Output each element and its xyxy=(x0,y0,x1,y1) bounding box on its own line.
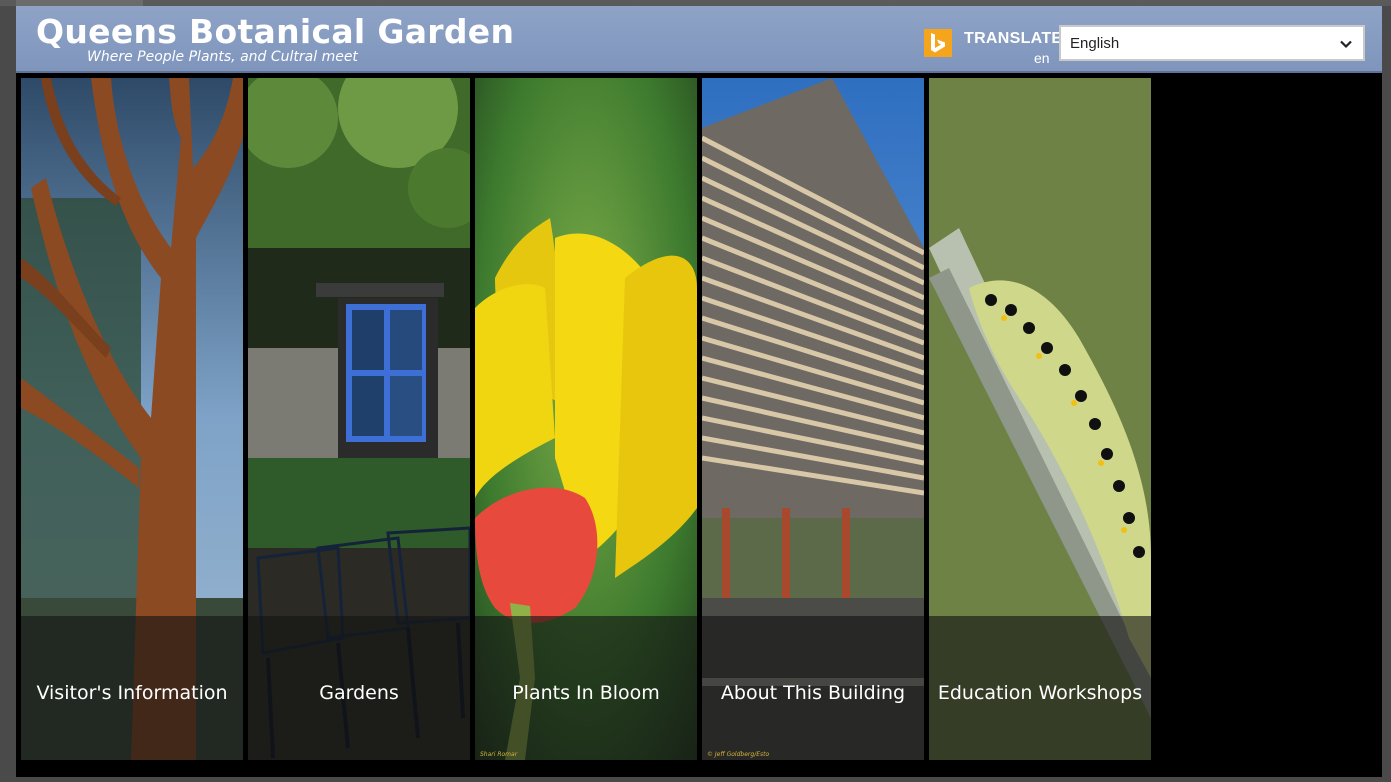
translate-label: TRANSLATE xyxy=(964,30,1063,47)
tile-label: About This Building xyxy=(720,682,906,704)
tile-about-this-building[interactable]: About This Building © Jeff Goldberg/Esto xyxy=(702,78,924,760)
tile-label: Gardens xyxy=(319,682,399,704)
photo-credit: Shari Romar xyxy=(480,751,518,758)
photo-credit: © Jeff Goldberg/Esto xyxy=(707,751,770,758)
header-bar: Queens Botanical Garden Where People Pla… xyxy=(16,6,1382,73)
language-select-value: English xyxy=(1070,34,1120,52)
app-window: Queens Botanical Garden Where People Pla… xyxy=(16,6,1382,777)
tile-gardens[interactable]: Gardens xyxy=(248,78,470,760)
tile-label: Plants In Bloom xyxy=(512,682,660,704)
chevron-down-icon xyxy=(1339,36,1353,55)
language-select[interactable]: English xyxy=(1059,25,1365,61)
language-code: en xyxy=(1034,50,1050,66)
tile-label: Visitor's Information xyxy=(36,682,228,704)
tile-label: Education Workshops xyxy=(937,682,1143,704)
tile-education-workshops[interactable]: Education Workshops xyxy=(929,78,1151,760)
site-subtitle: Where People Plants, and Cultral meet xyxy=(87,49,358,65)
site-title[interactable]: Queens Botanical Garden xyxy=(36,12,514,51)
tile-plants-in-bloom[interactable]: Plants In Bloom Shari Romar xyxy=(475,78,697,760)
tile-visitors-information[interactable]: Visitor's Information xyxy=(21,78,243,760)
bing-logo-icon[interactable] xyxy=(924,29,952,57)
